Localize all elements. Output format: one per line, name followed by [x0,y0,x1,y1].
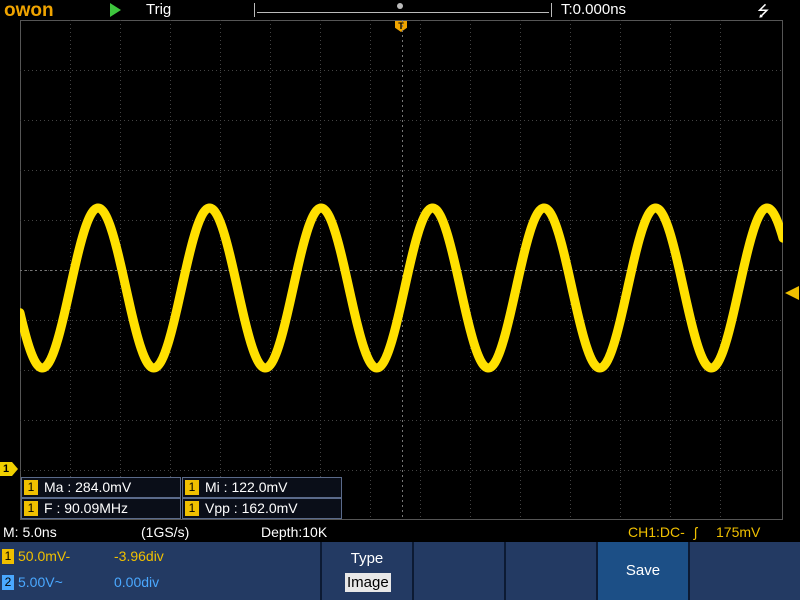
measurement-panel: 1 Ma : 284.0mV 1 Mi : 122.0mV 1 F : 90.0… [21,477,343,519]
channel1-waveform [20,203,783,373]
measurement-channel-badge: 1 [185,480,199,495]
measurement-channel-badge: 1 [24,480,38,495]
channel1-ground-marker[interactable]: 1 [0,462,18,476]
measurement-max: 1 Ma : 284.0mV [21,477,181,498]
channel1-marker-label: 1 [0,462,12,476]
measurement-text: F : 90.09MHz [44,500,129,516]
measurement-frequency: 1 F : 90.09MHz [21,498,181,519]
memory-position-indicator [397,3,403,9]
trigger-coupling: CH1:DC- [628,524,685,540]
memory-position-bar[interactable] [254,3,552,17]
type-value: Image [345,573,391,592]
channel1-scale: 50.0mV- [18,548,71,564]
bottom-panel: 1 50.0mV- -3.96div 2 5.00V~ 0.00div Type… [0,542,800,600]
measurement-text: Mi : 122.0mV [205,479,288,495]
sample-rate: (1GS/s) [141,524,190,540]
measurement-text: Vpp : 162.0mV [205,500,298,516]
timebase: M: 5.0ns [3,524,57,540]
trigger-level-marker[interactable] [785,286,799,300]
top-bar: owon Trig T:0.000ns ⭍ [0,0,800,21]
channel1-badge: 1 [2,549,14,564]
measurement-channel-badge: 1 [24,501,38,516]
memory-depth: Depth:10K [261,524,328,540]
waveform-display[interactable] [20,20,783,520]
measurement-vpp: 1 Vpp : 162.0mV [182,498,342,519]
type-menu-button[interactable]: Type Image [322,542,412,600]
run-state-icon[interactable] [110,3,121,17]
menu-divider [504,542,506,600]
channel2-badge: 2 [2,575,14,590]
save-button[interactable]: Save [598,542,688,600]
time-offset: T:0.000ns [561,1,627,18]
trigger-status: Trig [146,1,172,18]
status-bar: M: 5.0ns (1GS/s) Depth:10K CH1:DC- ʃ 175… [0,522,800,542]
channel2-scale: 5.00V~ [18,574,63,590]
channel1-offset: -3.96div [114,548,164,564]
channel1-marker-tip [12,462,18,476]
brand-logo: owon [4,0,54,21]
trigger-edge-icon: ʃ [694,524,698,540]
menu-divider [412,542,414,600]
save-label: Save [625,562,661,579]
measurement-min: 1 Mi : 122.0mV [182,477,342,498]
channel2-offset: 0.00div [114,574,160,590]
memory-bar-line [257,12,549,13]
menu-divider [688,542,690,600]
measurement-channel-badge: 1 [185,501,199,516]
trigger-level: 175mV [716,524,761,540]
type-label: Type [350,550,384,567]
measurement-text: Ma : 284.0mV [44,479,132,495]
graticule-grid [20,20,783,520]
